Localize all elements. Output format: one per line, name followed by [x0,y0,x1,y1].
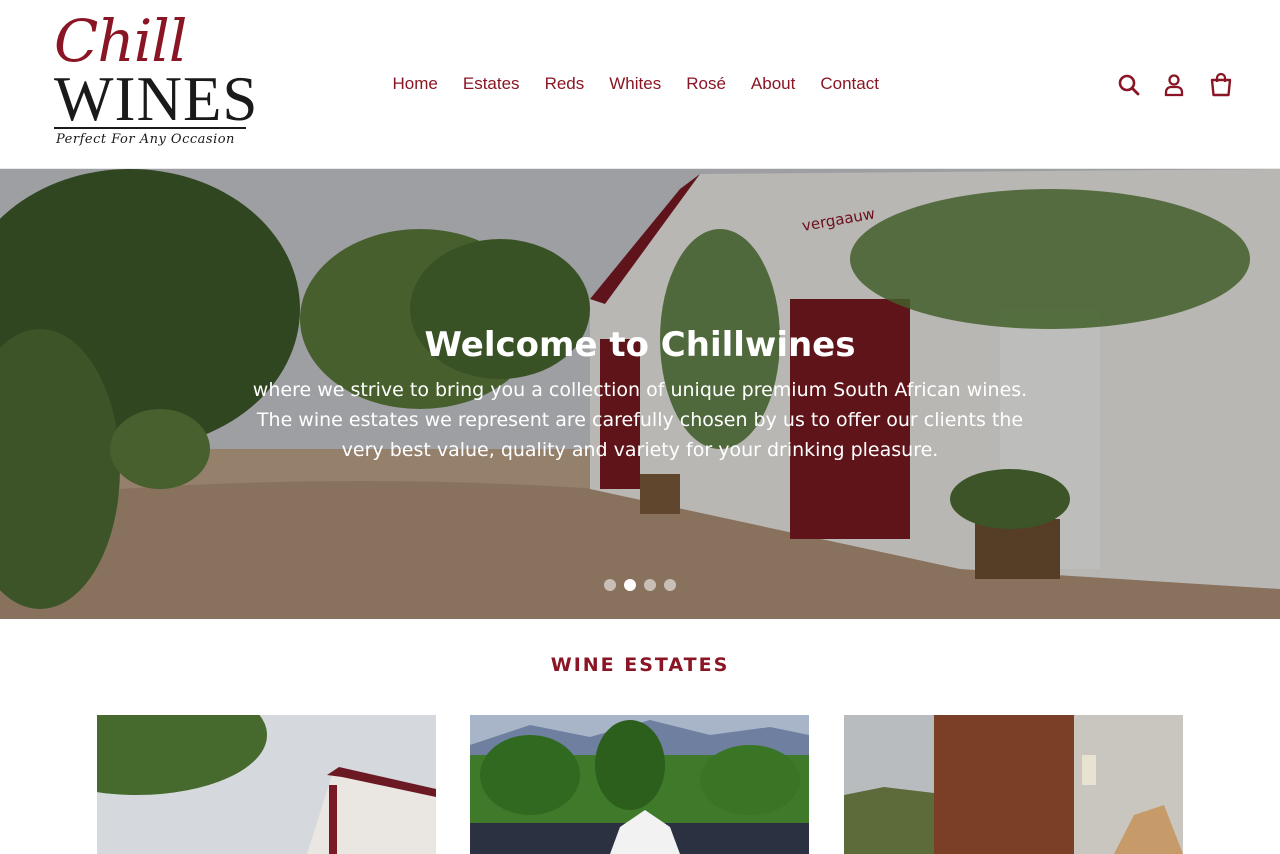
slide-dot-3[interactable] [644,579,656,591]
nav-reds[interactable]: Reds [545,72,585,96]
estate-image-1 [97,715,436,854]
hero-line: The wine estates we represent are carefu… [256,409,1024,431]
estate-image-3 [844,715,1183,854]
estate-card-3[interactable] [844,715,1183,854]
slide-dot-1[interactable] [604,579,616,591]
section-title-wine-estates: WINE ESTATES [550,654,730,676]
hero-line: very best value, quality and variety for… [341,439,939,461]
logo-tagline: Perfect For Any Occasion [56,132,235,147]
hero-description: where we strive to bring you a collectio… [230,375,1050,465]
main-nav: Home Estates Reds Whites Rosé About Cont… [380,72,891,96]
account-icon[interactable] [1161,72,1187,98]
hero-line: where we strive to bring you a collectio… [252,379,1028,401]
logo[interactable]: Chill WINES Perfect For Any Occasion [54,7,257,154]
hero-title: Welcome to Chillwines [424,325,856,365]
slide-dot-4[interactable] [664,579,676,591]
slide-dot-2[interactable] [624,579,636,591]
hero-slideshow: vergaauw Welcome to Chillwines where we … [0,169,1280,619]
slide-indicators [604,579,676,591]
estate-card-1[interactable] [97,715,436,854]
logo-script-text: Chill [54,7,187,75]
nav-contact[interactable]: Contact [820,72,879,96]
site-header: Chill WINES Perfect For Any Occasion Hom… [0,0,1280,169]
logo-divider [54,127,246,129]
nav-home[interactable]: Home [393,72,438,96]
nav-whites[interactable]: Whites [609,72,661,96]
logo-wordmark: WINES [54,64,259,134]
search-icon[interactable] [1116,72,1142,98]
nav-rose[interactable]: Rosé [686,72,726,96]
nav-estates[interactable]: Estates [463,72,520,96]
estate-image-2 [470,715,809,854]
nav-about[interactable]: About [751,72,795,96]
cart-icon[interactable] [1208,72,1234,98]
estate-card-2[interactable] [470,715,809,854]
